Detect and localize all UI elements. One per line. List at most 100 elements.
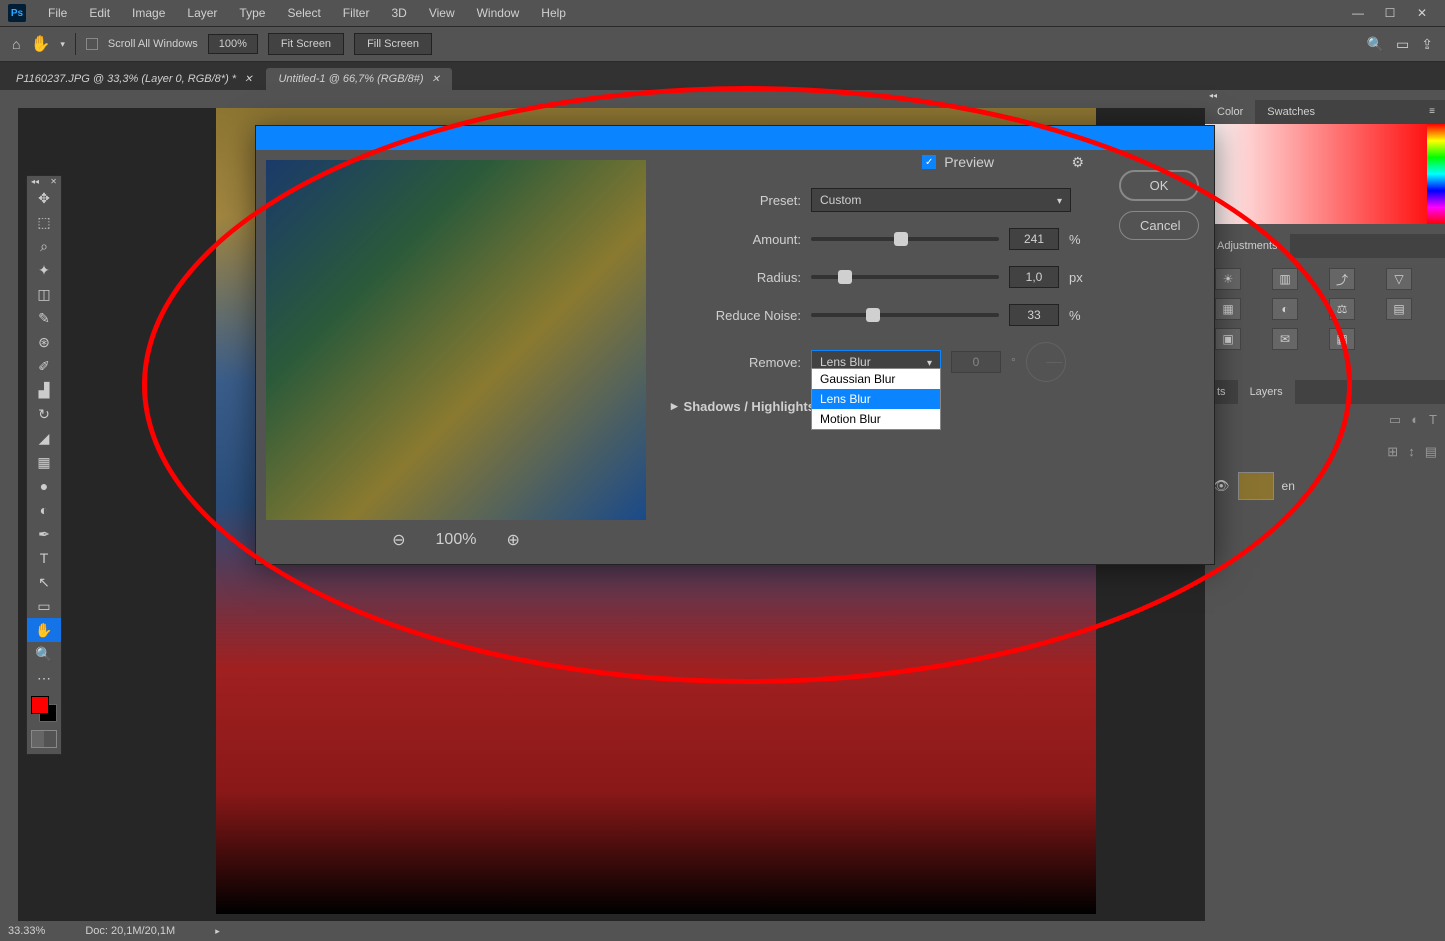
angle-input[interactable] xyxy=(951,351,1001,373)
brush-tool[interactable]: ✐ xyxy=(27,354,61,378)
zoom-value[interactable]: 100% xyxy=(208,34,258,54)
quick-mask-mode[interactable] xyxy=(31,730,57,748)
menu-type[interactable]: Type xyxy=(229,2,275,24)
panel-options-icon[interactable]: ≡ xyxy=(1419,100,1445,124)
share-icon[interactable]: ⇪ xyxy=(1421,36,1433,53)
noise-input[interactable] xyxy=(1009,304,1059,326)
lookup-icon[interactable]: ▦ xyxy=(1329,328,1355,350)
window-maximize[interactable]: ☐ xyxy=(1375,3,1405,23)
dialog-titlebar[interactable] xyxy=(256,126,1214,150)
angle-dial[interactable] xyxy=(1026,342,1066,382)
type-tool[interactable]: T xyxy=(27,546,61,570)
search-icon[interactable]: 🔍 xyxy=(1367,36,1384,53)
crop-tool[interactable]: ◫ xyxy=(27,282,61,306)
noise-slider[interactable] xyxy=(811,313,999,317)
pen-tool[interactable]: ✒ xyxy=(27,522,61,546)
lock-icon[interactable]: ⊞ xyxy=(1387,444,1398,460)
foreground-color[interactable] xyxy=(31,696,49,714)
remove-option-lens[interactable]: Lens Blur xyxy=(812,389,940,409)
color-tab[interactable]: Color xyxy=(1205,100,1255,124)
swatches-tab[interactable]: Swatches xyxy=(1255,100,1327,124)
window-minimize[interactable]: — xyxy=(1343,3,1373,23)
ruler-vertical[interactable] xyxy=(0,108,18,921)
fill-screen-button[interactable]: Fill Screen xyxy=(354,33,432,55)
menu-file[interactable]: File xyxy=(38,2,77,24)
menu-layer[interactable]: Layer xyxy=(177,2,227,24)
filter-adjust-icon[interactable]: ◐ xyxy=(1411,412,1419,428)
zoom-tool[interactable]: 🔍 xyxy=(27,642,61,666)
scroll-all-checkbox[interactable] xyxy=(86,38,98,50)
menu-window[interactable]: Window xyxy=(467,2,530,24)
blur-tool[interactable]: ● xyxy=(27,474,61,498)
window-close[interactable]: ✕ xyxy=(1407,3,1437,23)
status-zoom[interactable]: 33.33% xyxy=(8,925,45,937)
home-icon[interactable]: ⌂ xyxy=(12,36,20,52)
color-swatches[interactable] xyxy=(31,696,57,722)
remove-option-motion[interactable]: Motion Blur xyxy=(812,409,940,429)
exposure-icon[interactable]: ▽ xyxy=(1386,268,1412,290)
fit-screen-button[interactable]: Fit Screen xyxy=(268,33,344,55)
menu-select[interactable]: Select xyxy=(277,2,330,24)
hand-tool-icon[interactable]: ✋ xyxy=(30,34,50,54)
gradient-tool[interactable]: ▦ xyxy=(27,450,61,474)
healing-tool[interactable]: ⊛ xyxy=(27,330,61,354)
adjustments-tab[interactable]: Adjustments xyxy=(1205,234,1290,258)
menu-edit[interactable]: Edit xyxy=(79,2,120,24)
rectangle-tool[interactable]: ▭ xyxy=(27,594,61,618)
gear-icon[interactable]: ⚙ xyxy=(1071,154,1084,171)
move-tool[interactable]: ✥ xyxy=(27,186,61,210)
stamp-tool[interactable]: ▟ xyxy=(27,378,61,402)
color-picker[interactable] xyxy=(1205,124,1445,224)
lasso-tool[interactable]: ⌕ xyxy=(27,234,61,258)
quick-select-tool[interactable]: ✦ xyxy=(27,258,61,282)
menu-help[interactable]: Help xyxy=(531,2,576,24)
hand-tool[interactable]: ✋ xyxy=(27,618,61,642)
menu-3d[interactable]: 3D xyxy=(381,2,416,24)
filter-picture-icon[interactable]: ▭ xyxy=(1389,412,1401,428)
close-icon[interactable]: ✕ xyxy=(432,74,440,85)
zoom-in-icon[interactable]: ⊕ xyxy=(506,530,519,550)
layer-thumbnail[interactable] xyxy=(1238,472,1274,500)
document-tab-2[interactable]: Untitled-1 @ 66,7% (RGB/8#) ✕ xyxy=(266,68,451,90)
radius-input[interactable] xyxy=(1009,266,1059,288)
fill-icon[interactable]: ↕ xyxy=(1408,444,1415,460)
hue-icon[interactable]: ◐ xyxy=(1272,298,1298,320)
dodge-tool[interactable]: ◐ xyxy=(27,498,61,522)
eyedropper-tool[interactable]: ✎ xyxy=(27,306,61,330)
history-brush-tool[interactable]: ↻ xyxy=(27,402,61,426)
close-icon[interactable]: ✕ xyxy=(244,74,252,85)
layers-tab[interactable]: Layers xyxy=(1238,380,1295,404)
balance-icon[interactable]: ⚖ xyxy=(1329,298,1355,320)
tool-options[interactable]: ⋯ xyxy=(27,666,61,690)
path-tool[interactable]: ↖ xyxy=(27,570,61,594)
preset-dropdown[interactable]: Custom xyxy=(811,188,1071,212)
ok-button[interactable]: OK xyxy=(1119,170,1199,201)
menu-filter[interactable]: Filter xyxy=(333,2,380,24)
bw-icon[interactable]: ▤ xyxy=(1386,298,1412,320)
brightness-icon[interactable]: ☀ xyxy=(1215,268,1241,290)
curves-icon[interactable]: ⤴ xyxy=(1329,268,1355,290)
workspace-icon[interactable]: ▭ xyxy=(1396,36,1409,53)
menu-view[interactable]: View xyxy=(419,2,465,24)
status-doc[interactable]: Doc: 20,1M/20,1M xyxy=(85,925,175,937)
hue-slider[interactable] xyxy=(1427,124,1445,224)
document-tab-1[interactable]: P1160237.JPG @ 33,3% (Layer 0, RGB/8*) *… xyxy=(4,68,264,90)
amount-input[interactable] xyxy=(1009,228,1059,250)
remove-option-gaussian[interactable]: Gaussian Blur xyxy=(812,369,940,389)
preview-image[interactable] xyxy=(266,160,646,520)
cancel-button[interactable]: Cancel xyxy=(1119,211,1199,240)
levels-icon[interactable]: ▥ xyxy=(1272,268,1298,290)
mixer-icon[interactable]: ✉ xyxy=(1272,328,1298,350)
photo-filter-icon[interactable]: ▣ xyxy=(1215,328,1241,350)
marquee-tool[interactable]: ⬚ xyxy=(27,210,61,234)
amount-slider[interactable] xyxy=(811,237,999,241)
zoom-out-icon[interactable]: ⊖ xyxy=(392,530,405,550)
preview-checkbox[interactable]: ✓ xyxy=(922,155,936,169)
layer-row[interactable]: 👁 en xyxy=(1205,468,1445,504)
menu-image[interactable]: Image xyxy=(122,2,175,24)
eraser-tool[interactable]: ◢ xyxy=(27,426,61,450)
visibility-icon[interactable]: 👁 xyxy=(1213,478,1230,494)
filter-type-icon[interactable]: T xyxy=(1429,412,1437,428)
vibrance-icon[interactable]: ▦ xyxy=(1215,298,1241,320)
radius-slider[interactable] xyxy=(811,275,999,279)
